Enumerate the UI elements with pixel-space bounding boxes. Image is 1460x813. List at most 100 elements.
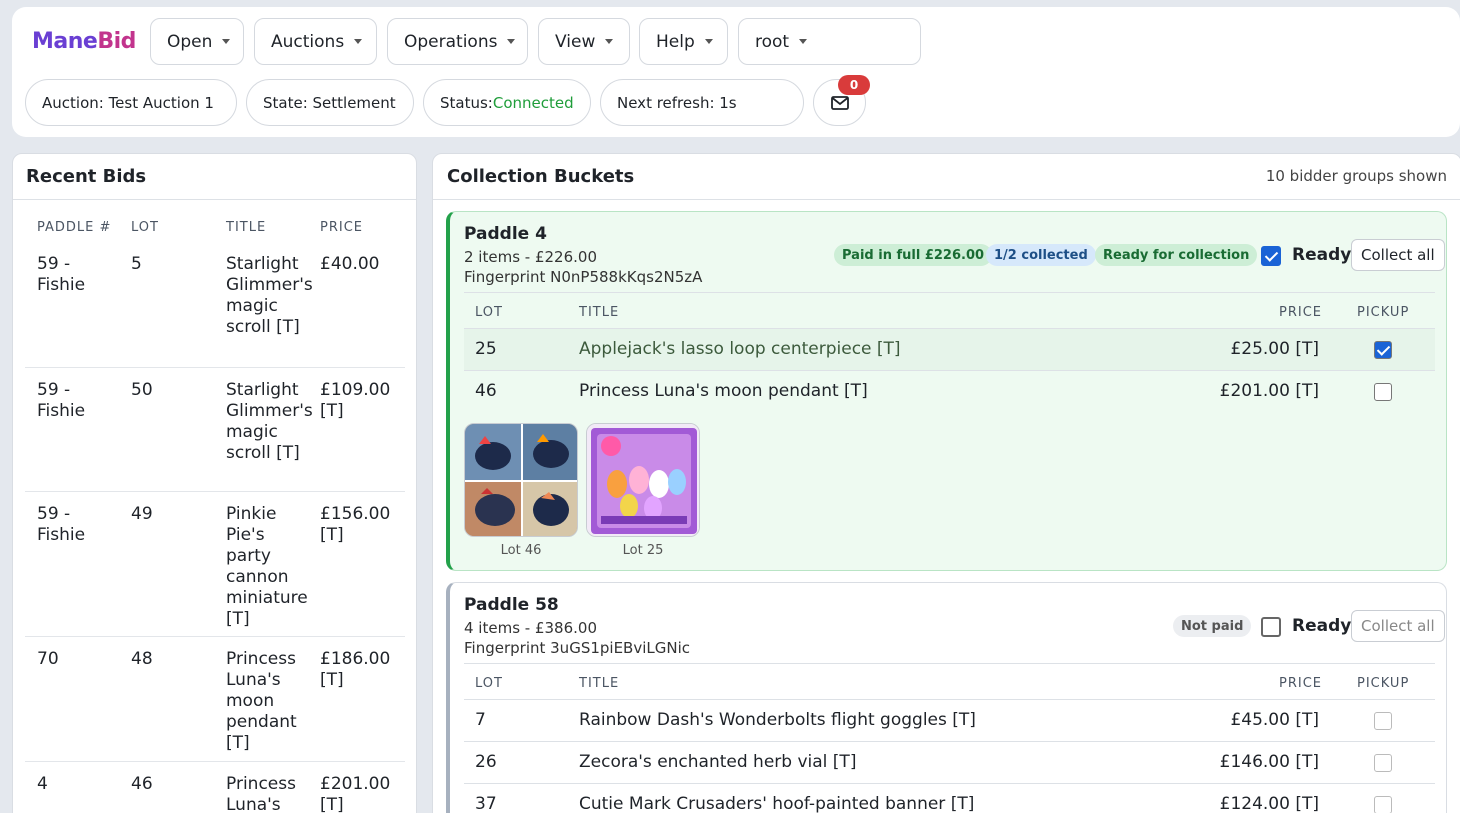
lot-25-thumbnail[interactable] (586, 423, 700, 537)
col-lot: LOT (475, 676, 503, 691)
chevron-down-icon (222, 39, 231, 44)
plush-photo (465, 424, 577, 536)
bucket-summary: 4 items - £386.00 (464, 619, 597, 637)
bid-price: £156.00 [T] (320, 504, 391, 545)
pickup-checkbox[interactable] (1374, 383, 1392, 401)
menu-help-label: Help (656, 31, 695, 52)
item-lot: 25 (475, 339, 497, 359)
bucket-table-header: LOT TITLE PRICE PICKUP (464, 292, 1435, 328)
collect-all-button[interactable]: Collect all (1351, 610, 1445, 642)
ready-checkbox[interactable] (1261, 617, 1281, 637)
col-title: TITLE (579, 305, 620, 320)
bucket-paddle-4: Paddle 4 2 items - £226.00 Fingerprint N… (446, 211, 1447, 571)
menu-auctions[interactable]: Auctions (254, 18, 377, 65)
chevron-down-icon (799, 39, 808, 44)
menu-open-label: Open (167, 31, 213, 52)
bid-title: Starlight Glimmer's magic scroll [T] (226, 380, 313, 463)
top-bar: ManeBid Open Auctions Operations View He… (12, 7, 1460, 137)
collect-all-button[interactable]: Collect all (1351, 239, 1445, 271)
menu-auctions-label: Auctions (271, 31, 345, 52)
menu-user-label: root (755, 31, 790, 52)
table-row[interactable]: 59 - Fishie 50 Starlight Glimmer's magic… (25, 368, 405, 492)
menu-open[interactable]: Open (150, 18, 244, 65)
pickup-checkbox[interactable] (1374, 796, 1392, 813)
bid-title: Princess Luna's (226, 774, 296, 813)
chevron-down-icon (507, 39, 516, 44)
col-lot: LOT (131, 220, 159, 235)
bid-paddle: 59 - Fishie (37, 504, 86, 545)
table-row[interactable]: 59 - Fishie 5 Starlight Glimmer's magic … (25, 242, 405, 368)
ready-badge: Ready for collection (1095, 244, 1258, 266)
chevron-down-icon (704, 39, 713, 44)
bid-paddle: 4 (37, 774, 48, 794)
col-paddle: PADDLE # (37, 220, 112, 235)
table-row[interactable]: 37 Cutie Mark Crusaders' hoof-painted ba… (464, 783, 1435, 813)
bid-price: £186.00 [T] (320, 649, 391, 690)
pickup-checkbox[interactable] (1374, 754, 1392, 772)
ready-label: Ready (1292, 616, 1352, 636)
recent-bids-panel: Recent Bids PADDLE # LOT TITLE PRICE 59 … (12, 153, 417, 813)
pickup-checkbox[interactable] (1374, 341, 1392, 359)
item-lot: 26 (475, 752, 497, 772)
table-row[interactable]: 46 Princess Luna's moon pendant [T] £201… (464, 370, 1435, 412)
table-row[interactable]: 4 46 Princess Luna's £201.00 [T] (25, 762, 405, 813)
chevron-down-icon (605, 39, 614, 44)
item-title: Zecora's enchanted herb vial [T] (579, 752, 857, 772)
bucket-paddle-58: Paddle 58 4 items - £386.00 Fingerprint … (446, 582, 1447, 813)
menu-help[interactable]: Help (639, 18, 728, 65)
collection-title: Collection Buckets (447, 166, 635, 187)
paid-badge: Paid in full £226.00 (834, 244, 993, 266)
ready-checkbox[interactable] (1261, 246, 1281, 266)
item-price: £45.00 [T] (1230, 710, 1319, 730)
col-title: TITLE (579, 676, 620, 691)
table-row[interactable]: 25 Applejack's lasso loop centerpiece [T… (464, 328, 1435, 370)
table-row[interactable]: 59 - Fishie 49 Pinkie Pie's party cannon… (25, 492, 405, 637)
connection-status: Connected (492, 93, 574, 112)
col-pickup: PICKUP (1357, 676, 1410, 691)
chevron-down-icon (354, 39, 363, 44)
table-row[interactable]: 70 48 Princess Luna's moon pendant [T] £… (25, 637, 405, 762)
col-lot: LOT (475, 305, 503, 320)
item-lot: 37 (475, 794, 497, 813)
collection-buckets-panel: Collection Buckets 10 bidder groups show… (432, 153, 1460, 813)
not-paid-badge: Not paid (1173, 615, 1252, 637)
menu-view-label: View (555, 31, 596, 52)
thumb-caption: Lot 25 (622, 543, 664, 558)
item-price: £201.00 [T] (1219, 381, 1319, 401)
bid-title: Starlight Glimmer's magic scroll [T] (226, 254, 313, 337)
item-title: Princess Luna's moon pendant [T] (579, 381, 868, 401)
unread-badge: 0 (838, 75, 870, 95)
thumb-caption: Lot 46 (500, 543, 542, 558)
groups-count: 10 bidder groups shown (1265, 167, 1447, 185)
menu-operations[interactable]: Operations (387, 18, 528, 65)
menu-operations-label: Operations (404, 31, 498, 52)
menu-view[interactable]: View (538, 18, 630, 65)
bid-lot: 46 (131, 774, 153, 794)
bid-paddle: 59 - Fishie (37, 380, 86, 421)
item-price: £124.00 [T] (1219, 794, 1319, 813)
pickup-checkbox[interactable] (1374, 712, 1392, 730)
bid-lot: 5 (131, 254, 142, 274)
manebid-logo[interactable]: ManeBid (32, 29, 136, 54)
col-pickup: PICKUP (1357, 305, 1410, 320)
bid-lot: 50 (131, 380, 153, 400)
col-price: PRICE (1279, 305, 1322, 320)
col-price: PRICE (1279, 676, 1322, 691)
status-chip: Status: Connected (423, 79, 591, 126)
bid-paddle: 59 - Fishie (37, 254, 86, 295)
bid-title: Pinkie Pie's party cannon miniature [T] (226, 504, 308, 629)
item-title: Rainbow Dash's Wonderbolts flight goggle… (579, 710, 976, 730)
bid-lot: 48 (131, 649, 153, 669)
toy-box-photo (587, 424, 699, 536)
recent-bids-title: Recent Bids (26, 166, 147, 187)
table-row[interactable]: 7 Rainbow Dash's Wonderbolts flight gogg… (464, 699, 1435, 741)
bid-price: £201.00 [T] (320, 774, 391, 813)
lot-46-thumbnail[interactable] (464, 423, 578, 537)
menu-user[interactable]: root (738, 18, 921, 65)
item-lot: 7 (475, 710, 486, 730)
bucket-summary: 2 items - £226.00 (464, 248, 597, 266)
bid-price: £40.00 (320, 254, 380, 274)
bucket-fingerprint: Fingerprint 3uGS1piEBviLGNic (464, 639, 690, 657)
item-lot: 46 (475, 381, 497, 401)
table-row[interactable]: 26 Zecora's enchanted herb vial [T] £146… (464, 741, 1435, 783)
